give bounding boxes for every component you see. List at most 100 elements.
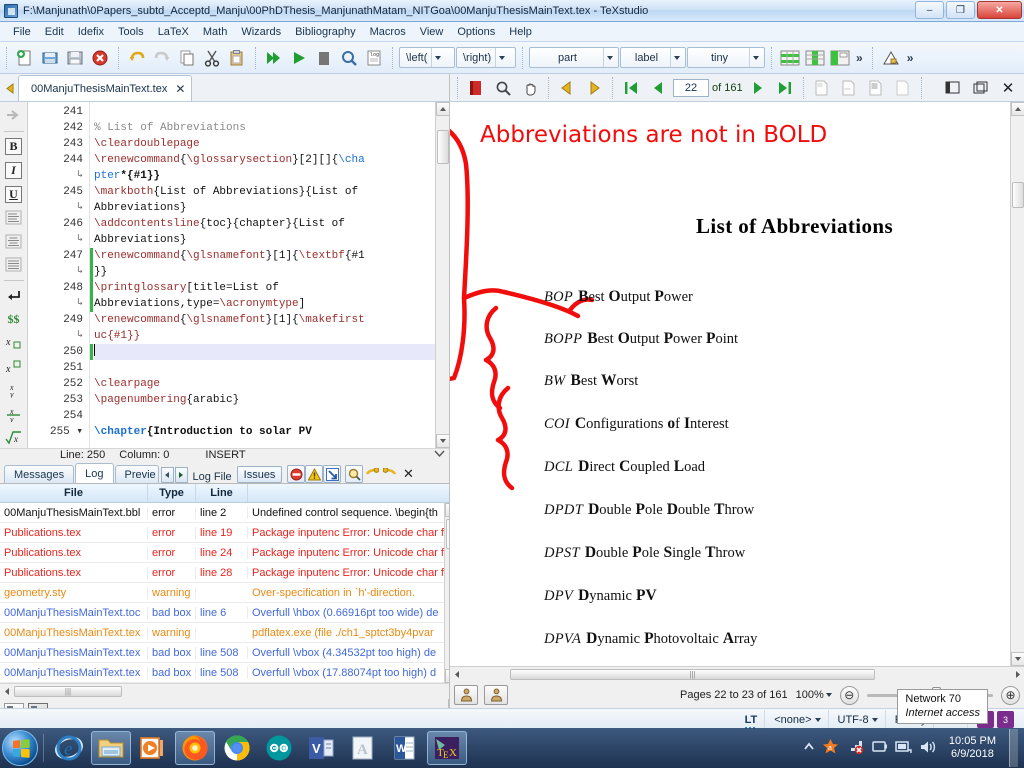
- chevron-down-icon[interactable]: [871, 717, 878, 722]
- next-issue-icon[interactable]: [381, 465, 399, 483]
- scroll-right-icon[interactable]: [1010, 668, 1024, 682]
- view-log-icon[interactable]: log: [362, 46, 386, 70]
- chevron-down-icon[interactable]: [670, 48, 683, 67]
- chevron-down-icon[interactable]: [495, 48, 508, 67]
- tray-icon-action-center[interactable]: [895, 739, 912, 757]
- scroll-left-icon[interactable]: [0, 685, 14, 699]
- language-tool-indicator[interactable]: LT: [738, 709, 766, 730]
- show-desktop-button[interactable]: [1009, 729, 1018, 767]
- taskbar-item-media-player[interactable]: [133, 731, 173, 765]
- tab-preview[interactable]: Previe: [114, 465, 159, 483]
- sqrt-icon[interactable]: x: [3, 428, 25, 449]
- paste-icon[interactable]: [225, 46, 249, 70]
- italic-button[interactable]: I: [3, 160, 25, 181]
- stop-icon[interactable]: [312, 46, 336, 70]
- copy-icon[interactable]: [175, 46, 199, 70]
- continuous-page-icon[interactable]: [864, 76, 888, 100]
- build-and-view-icon[interactable]: [262, 46, 286, 70]
- pdf-horizontal-scrollbar[interactable]: |||: [450, 666, 1024, 682]
- save-file-icon[interactable]: [63, 46, 87, 70]
- search-log-icon[interactable]: [345, 465, 364, 483]
- dfrac-icon[interactable]: xy: [3, 404, 25, 425]
- redo-icon[interactable]: [150, 46, 174, 70]
- arrow-icon[interactable]: [3, 105, 25, 126]
- newline-icon[interactable]: [3, 286, 25, 307]
- undo-icon[interactable]: [125, 46, 149, 70]
- log-vertical-scrollbar[interactable]: [444, 503, 449, 683]
- menu-latex[interactable]: LaTeX: [151, 24, 196, 40]
- view-pdf-icon[interactable]: [337, 46, 361, 70]
- frac-icon[interactable]: xy: [3, 380, 25, 401]
- scroll-down-icon[interactable]: [435, 434, 450, 448]
- previous-page-icon[interactable]: [646, 76, 670, 100]
- align-justify-icon[interactable]: [3, 254, 25, 275]
- fullscreen-mode-icon[interactable]: [484, 685, 508, 705]
- compile-icon[interactable]: [287, 46, 311, 70]
- table-overflow-chevron[interactable]: »: [853, 51, 866, 65]
- scroll-up-icon[interactable]: [435, 102, 450, 116]
- font-size-combo[interactable]: tiny: [687, 47, 765, 68]
- code-editor[interactable]: % List of Abbreviations \cleardoublepage \…: [90, 102, 435, 448]
- column-line[interactable]: Line: [196, 484, 248, 502]
- code-line[interactable]: \renewcommand{\glsnamefont}[1]{\textbf{#…: [94, 248, 435, 264]
- chevron-down-icon[interactable]: [825, 693, 832, 697]
- math-inline-icon[interactable]: $$: [3, 310, 25, 331]
- code-line[interactable]: \markboth{List of Abbreviations}{List of: [94, 184, 435, 200]
- code-line[interactable]: \addcontentsline{toc}{chapter}{List of: [94, 216, 435, 232]
- spell-language-selector[interactable]: <none>: [767, 709, 829, 730]
- code-line[interactable]: % List of Abbreviations: [94, 120, 435, 136]
- tray-icon-battery[interactable]: [871, 739, 888, 757]
- superscript-icon[interactable]: x: [3, 357, 25, 378]
- scroll-thumb[interactable]: |||: [14, 686, 122, 697]
- insert-table-icon[interactable]: [778, 46, 802, 70]
- menu-wizards[interactable]: Wizards: [234, 24, 288, 40]
- taskbar-item-chrome[interactable]: [217, 731, 257, 765]
- chevron-down-icon[interactable]: [603, 48, 616, 67]
- code-line[interactable]: \clearpage: [94, 376, 435, 392]
- tray-icon-volume[interactable]: [919, 739, 936, 757]
- table-row[interactable]: Publications.tex error line 28 Package inpu…: [0, 563, 444, 583]
- taskbar-item-arduino[interactable]: [259, 731, 299, 765]
- menu-macros[interactable]: Macros: [363, 24, 413, 40]
- table-row[interactable]: Publications.tex error line 19 Package inpu…: [0, 523, 444, 543]
- pdf-page[interactable]: Abbreviations are not in BOLD List of Ab…: [450, 102, 1010, 666]
- code-line[interactable]: Abbreviations,type=\acronymtype]: [94, 296, 435, 312]
- menu-help[interactable]: Help: [502, 24, 539, 40]
- zoom-combo[interactable]: 100%: [796, 689, 832, 701]
- table-row[interactable]: 00ManjuThesisMainText.bbl error line 2 Unde…: [0, 503, 444, 523]
- scroll-thumb[interactable]: |||: [510, 669, 875, 680]
- editor-tab-00manjuthesismaintext[interactable]: 00ManjuThesisMainText.tex ✕: [18, 75, 193, 101]
- taskbar-item-firefox[interactable]: [175, 731, 215, 765]
- next-page-icon[interactable]: [746, 76, 770, 100]
- dock-left-icon[interactable]: [940, 76, 964, 100]
- left-delimiter-combo[interactable]: \left(: [399, 47, 455, 68]
- pdf-page-area[interactable]: Abbreviations are not in BOLD List of Ab…: [450, 102, 1024, 666]
- magnify-icon[interactable]: [491, 76, 515, 100]
- scroll-up-icon[interactable]: [444, 503, 449, 517]
- back-icon[interactable]: [555, 76, 579, 100]
- column-message[interactable]: [248, 484, 449, 502]
- tray-icon-network[interactable]: [846, 739, 864, 757]
- scroll-down-icon[interactable]: [444, 669, 449, 683]
- insert-cell-icon[interactable]: [828, 46, 852, 70]
- scroll-down-icon[interactable]: [1010, 652, 1024, 666]
- menu-math[interactable]: Math: [196, 24, 234, 40]
- menu-tools[interactable]: Tools: [111, 24, 151, 40]
- taskbar-item-internet-explorer[interactable]: e: [49, 731, 89, 765]
- underline-button[interactable]: U: [3, 184, 25, 205]
- code-line[interactable]: [94, 344, 435, 360]
- show-hidden-icons-button[interactable]: [803, 742, 815, 755]
- code-line[interactable]: Abbreviations}: [94, 232, 435, 248]
- filter-errors-icon[interactable]: [287, 465, 306, 483]
- taskbar-item-visio[interactable]: V: [301, 731, 341, 765]
- warning-triangle-icon[interactable]: [879, 46, 903, 70]
- code-line[interactable]: \pagenumbering{arabic}: [94, 392, 435, 408]
- table-row[interactable]: 00ManjuThesisMainText.tex bad box line 508…: [0, 663, 444, 683]
- status-badge-3[interactable]: 3: [997, 711, 1014, 728]
- taskbar-item-word[interactable]: W: [385, 731, 425, 765]
- status-dropdown-icon[interactable]: [434, 449, 445, 461]
- fit-width-icon[interactable]: [810, 76, 834, 100]
- menu-options[interactable]: Options: [450, 24, 502, 40]
- insert-column-icon[interactable]: [803, 46, 827, 70]
- editor-vertical-scrollbar[interactable]: [435, 102, 450, 448]
